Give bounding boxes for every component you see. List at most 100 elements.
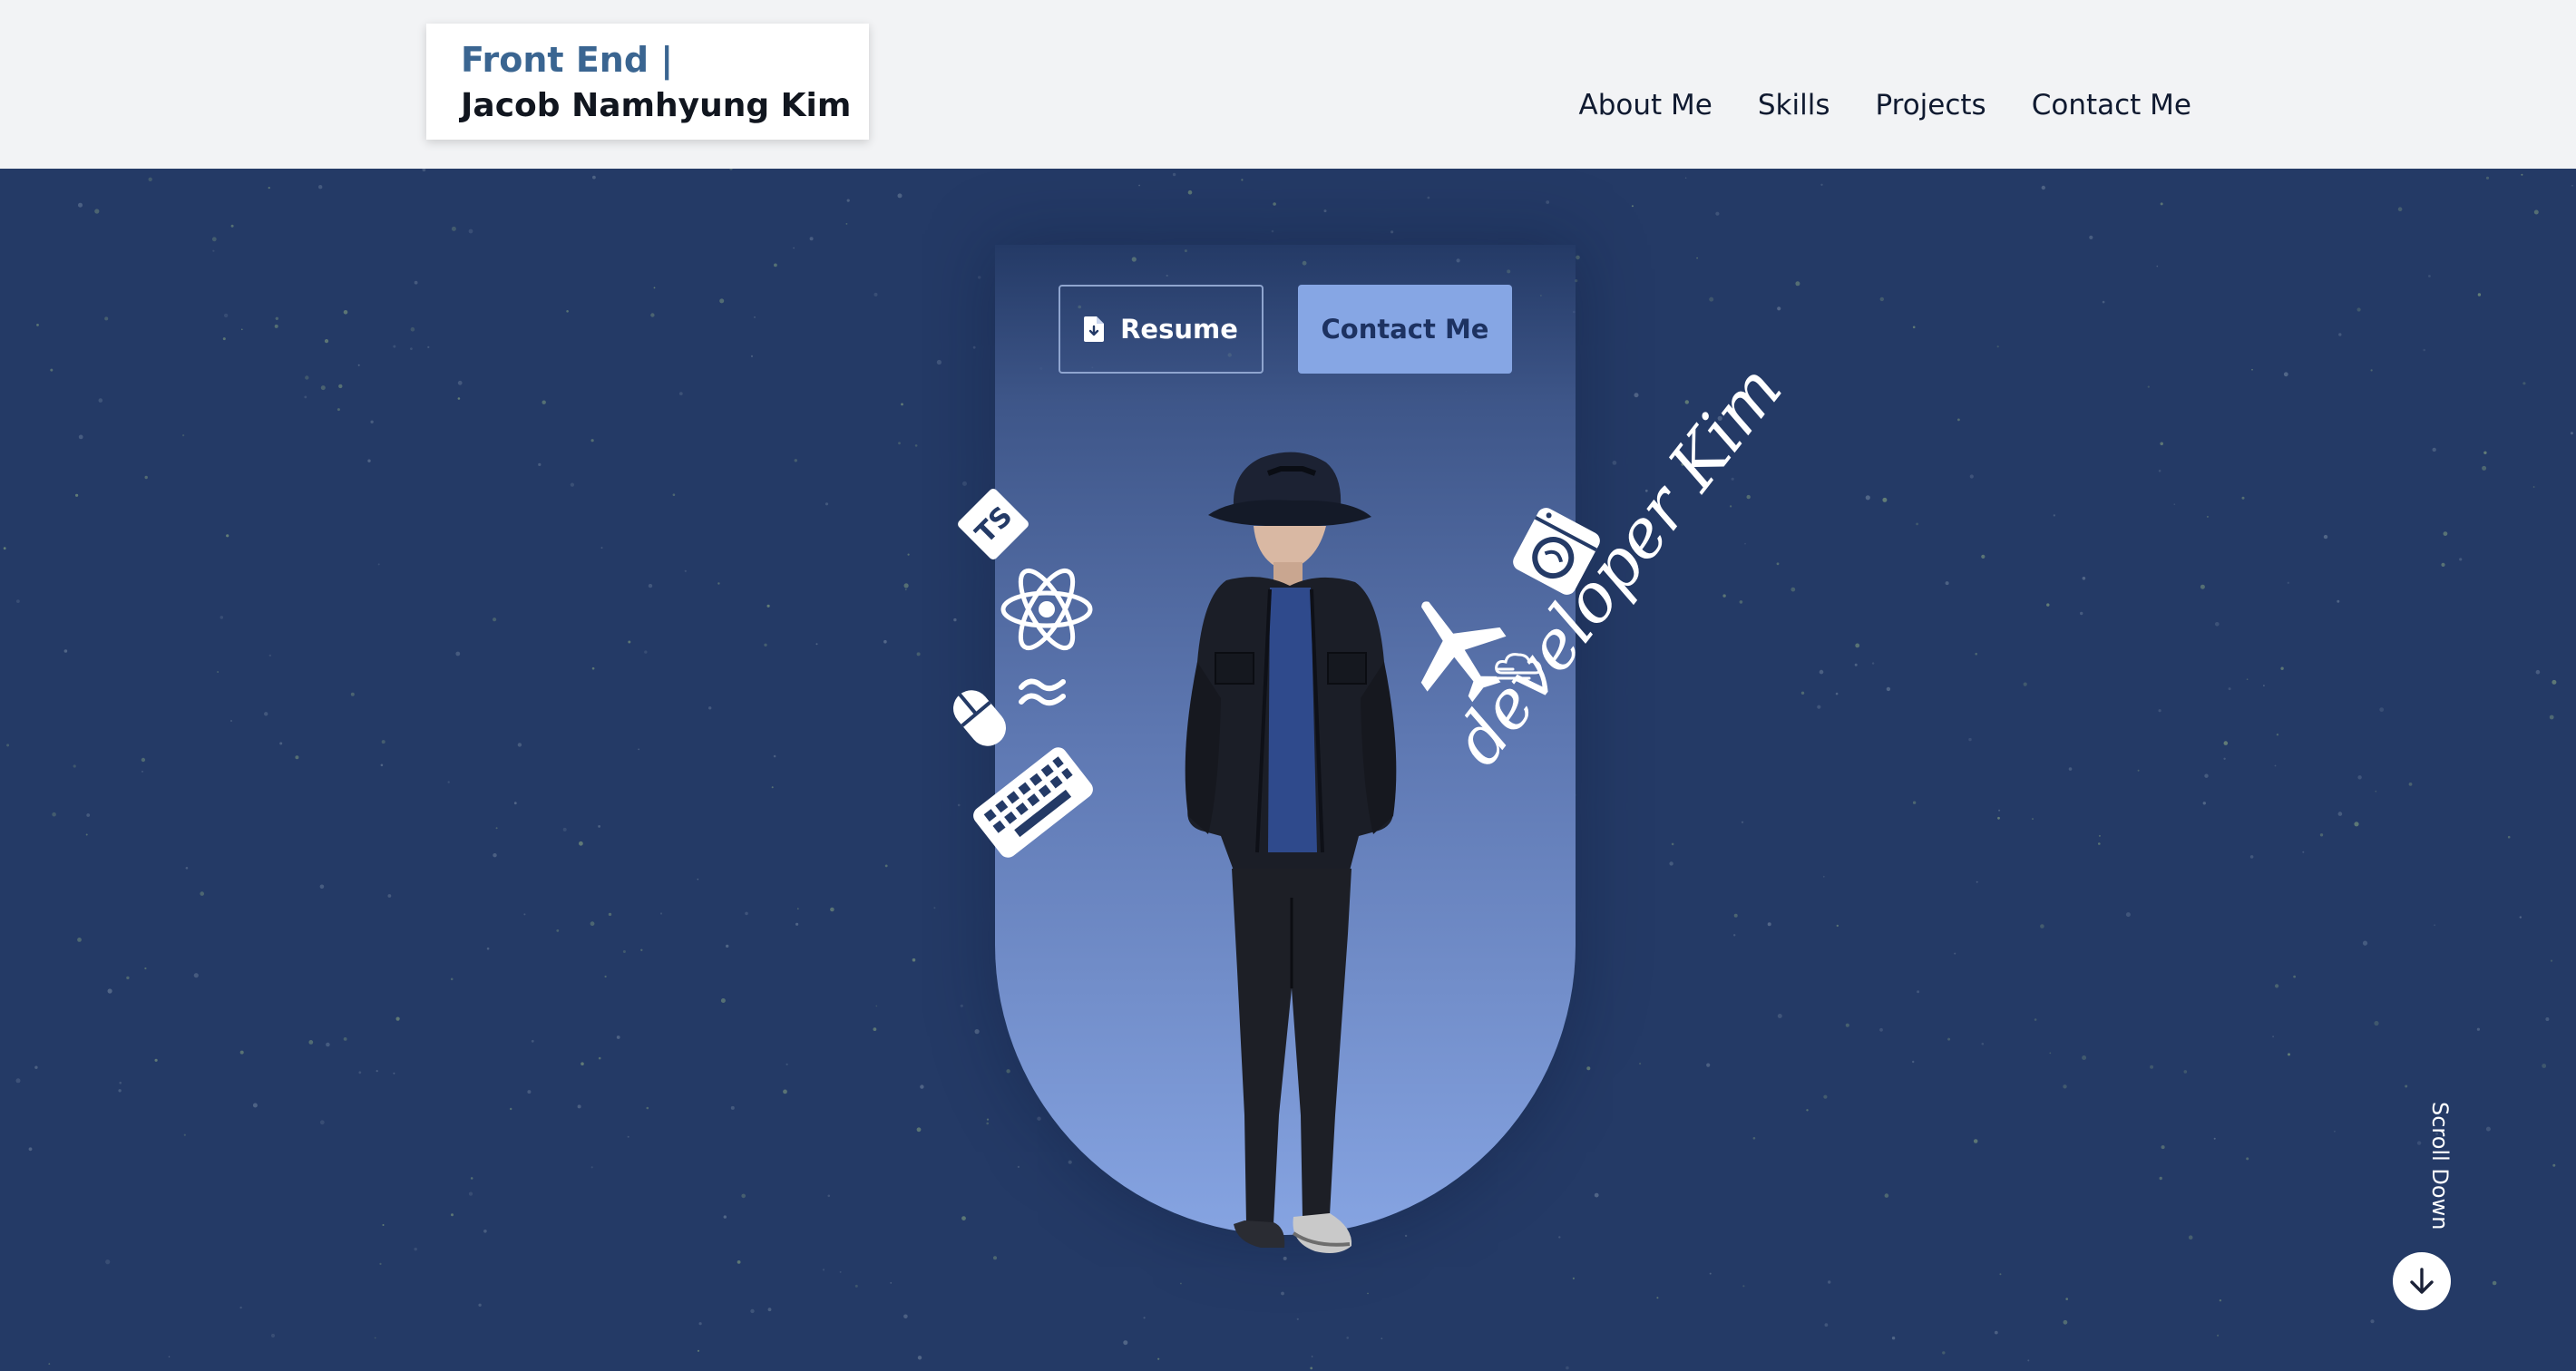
speckle	[211, 237, 217, 242]
contact-me-button[interactable]: Contact Me	[1298, 285, 1512, 374]
speckle	[1828, 1280, 1831, 1284]
speckle	[2521, 173, 2523, 176]
speckle	[592, 175, 596, 180]
speckle	[1709, 1272, 1712, 1275]
speckle	[2089, 235, 2093, 239]
speckle	[2519, 916, 2522, 919]
speckle	[2027, 1359, 2030, 1362]
speckle	[1954, 952, 1956, 955]
speckle	[1981, 1042, 1985, 1045]
speckle	[2370, 369, 2373, 372]
site-logo[interactable]: Front End | Jacob Namhyung Kim	[426, 24, 869, 140]
speckle	[2552, 679, 2557, 685]
speckle	[2215, 622, 2220, 627]
speckle	[2459, 558, 2463, 561]
speckle	[2485, 176, 2490, 180]
speckle	[2147, 385, 2150, 388]
speckle	[794, 459, 797, 462]
speckle	[767, 1308, 772, 1312]
speckle	[1427, 196, 1430, 199]
resume-button[interactable]: Resume	[1059, 285, 1264, 374]
speckle	[1187, 190, 1193, 195]
speckle	[827, 1194, 831, 1198]
logo-name-text: Jacob Namhyung Kim	[461, 87, 852, 124]
speckle	[2049, 1052, 2052, 1055]
speckle	[1968, 737, 1972, 742]
speckle	[2374, 1020, 2379, 1026]
speckle	[2550, 959, 2553, 962]
speckle	[1241, 179, 1244, 181]
speckle	[627, 1135, 629, 1138]
speckle	[2040, 924, 2044, 929]
speckle	[914, 444, 918, 447]
speckle	[577, 1104, 581, 1109]
speckle	[318, 185, 323, 190]
speckle	[50, 368, 54, 372]
speckle	[457, 380, 463, 385]
speckle	[562, 827, 567, 831]
speckle	[1594, 1192, 1599, 1198]
speckle	[154, 1058, 158, 1062]
speckle	[1006, 1069, 1010, 1074]
speckle	[268, 187, 270, 190]
speckle	[920, 1084, 924, 1089]
speckle	[36, 324, 39, 326]
speckle	[590, 1166, 593, 1169]
speckle	[815, 643, 818, 646]
speckle	[126, 976, 130, 980]
nav-item-skills[interactable]: Skills	[1758, 89, 1830, 122]
speckle	[2272, 1036, 2275, 1038]
speckle	[1271, 229, 1274, 233]
speckle	[2183, 1070, 2188, 1074]
speckle	[1820, 183, 1823, 186]
speckle	[1777, 306, 1781, 311]
speckle	[493, 617, 497, 622]
speckle	[1572, 1277, 1575, 1279]
nav-item-projects[interactable]: Projects	[1875, 89, 1986, 122]
speckle	[1886, 686, 1891, 692]
speckle	[2263, 685, 2265, 686]
speckle	[904, 588, 907, 591]
speckle	[15, 1078, 21, 1084]
speckle	[395, 1016, 400, 1021]
speckle	[2545, 1017, 2550, 1021]
speckle	[2570, 432, 2573, 435]
speckle	[538, 462, 542, 466]
speckle	[2522, 382, 2526, 385]
speckle	[1323, 209, 1327, 213]
speckle	[719, 298, 725, 304]
speckle	[717, 582, 720, 585]
speckle	[978, 276, 981, 279]
speckle	[1976, 880, 1978, 883]
speckle	[616, 1036, 620, 1039]
speckle	[890, 1282, 893, 1284]
speckle	[1273, 202, 1276, 206]
speckle	[1017, 1165, 1020, 1168]
speckle	[1709, 297, 1714, 302]
speckle	[1684, 177, 1687, 179]
scroll-down-button[interactable]	[2393, 1252, 2451, 1310]
speckle	[1999, 1273, 2002, 1276]
speckle	[2202, 802, 2206, 805]
speckle	[1823, 1094, 1828, 1099]
speckle	[1639, 1062, 1642, 1065]
speckle	[796, 908, 799, 910]
react-icon	[998, 564, 1096, 655]
speckle	[1969, 474, 1974, 479]
speckle	[85, 833, 88, 836]
speckle	[1566, 1366, 1569, 1370]
speckle	[1390, 230, 1394, 234]
speckle	[2251, 368, 2253, 371]
speckle	[542, 400, 546, 404]
speckle	[212, 249, 215, 252]
speckle	[726, 944, 729, 948]
speckle	[48, 1363, 51, 1365]
speckle	[252, 1103, 258, 1108]
speckle	[78, 202, 83, 208]
nav-item-contact-me[interactable]: Contact Me	[2032, 89, 2191, 122]
speckle	[2293, 975, 2297, 978]
speckle	[455, 651, 461, 656]
speckle	[1068, 1160, 1072, 1164]
speckle	[678, 392, 683, 395]
nav-item-about-me[interactable]: About Me	[1579, 89, 1712, 122]
